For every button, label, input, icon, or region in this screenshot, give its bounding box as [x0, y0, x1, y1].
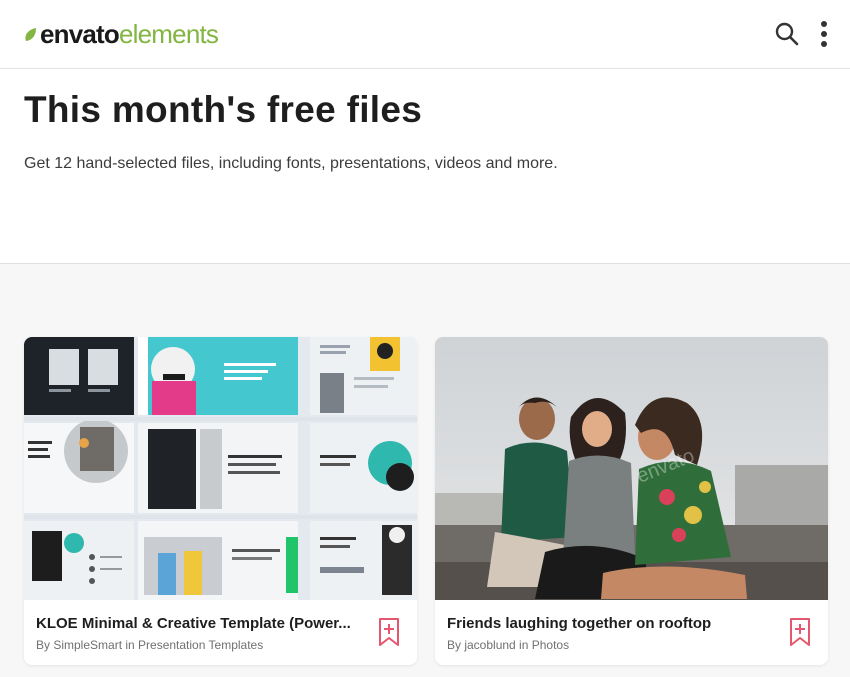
bookmark-add-icon[interactable] [378, 617, 400, 647]
card-author[interactable]: By jacoblund in Photos [447, 638, 569, 652]
more-menu-button[interactable] [820, 20, 828, 48]
more-vertical-icon [821, 21, 827, 47]
page: envato elements This month's free files G… [0, 0, 850, 677]
card-thumbnail[interactable]: envato [435, 337, 828, 600]
logo-primary-text: envato [40, 19, 120, 49]
card-title[interactable]: Friends laughing together on rooftop [447, 615, 777, 632]
item-card[interactable]: envato Friends laughing together on roof… [435, 337, 828, 665]
search-button[interactable] [774, 21, 800, 47]
friends-photo-image: envato [435, 337, 828, 600]
card-title[interactable]: KLOE Minimal & Creative Template (Power.… [36, 615, 366, 632]
header-actions [774, 20, 828, 48]
logo-secondary-text: elements [119, 19, 219, 49]
card-thumbnail[interactable] [24, 337, 417, 600]
envato-elements-logo[interactable]: envato elements [24, 19, 219, 49]
page-title: This month's free files [24, 89, 423, 130]
presentation-preview-image [24, 337, 417, 600]
bookmark-add-icon[interactable] [789, 617, 811, 647]
page-subtitle: Get 12 hand-selected files, including fo… [24, 155, 558, 172]
top-header: envato elements [0, 0, 850, 69]
hero-section: This month's free files Get 12 hand-sele… [0, 69, 850, 264]
search-icon [775, 22, 799, 46]
item-card[interactable]: KLOE Minimal & Creative Template (Power.… [24, 337, 417, 665]
card-author[interactable]: By SimpleSmart in Presentation Templates [36, 638, 263, 652]
leaf-icon [25, 28, 36, 41]
